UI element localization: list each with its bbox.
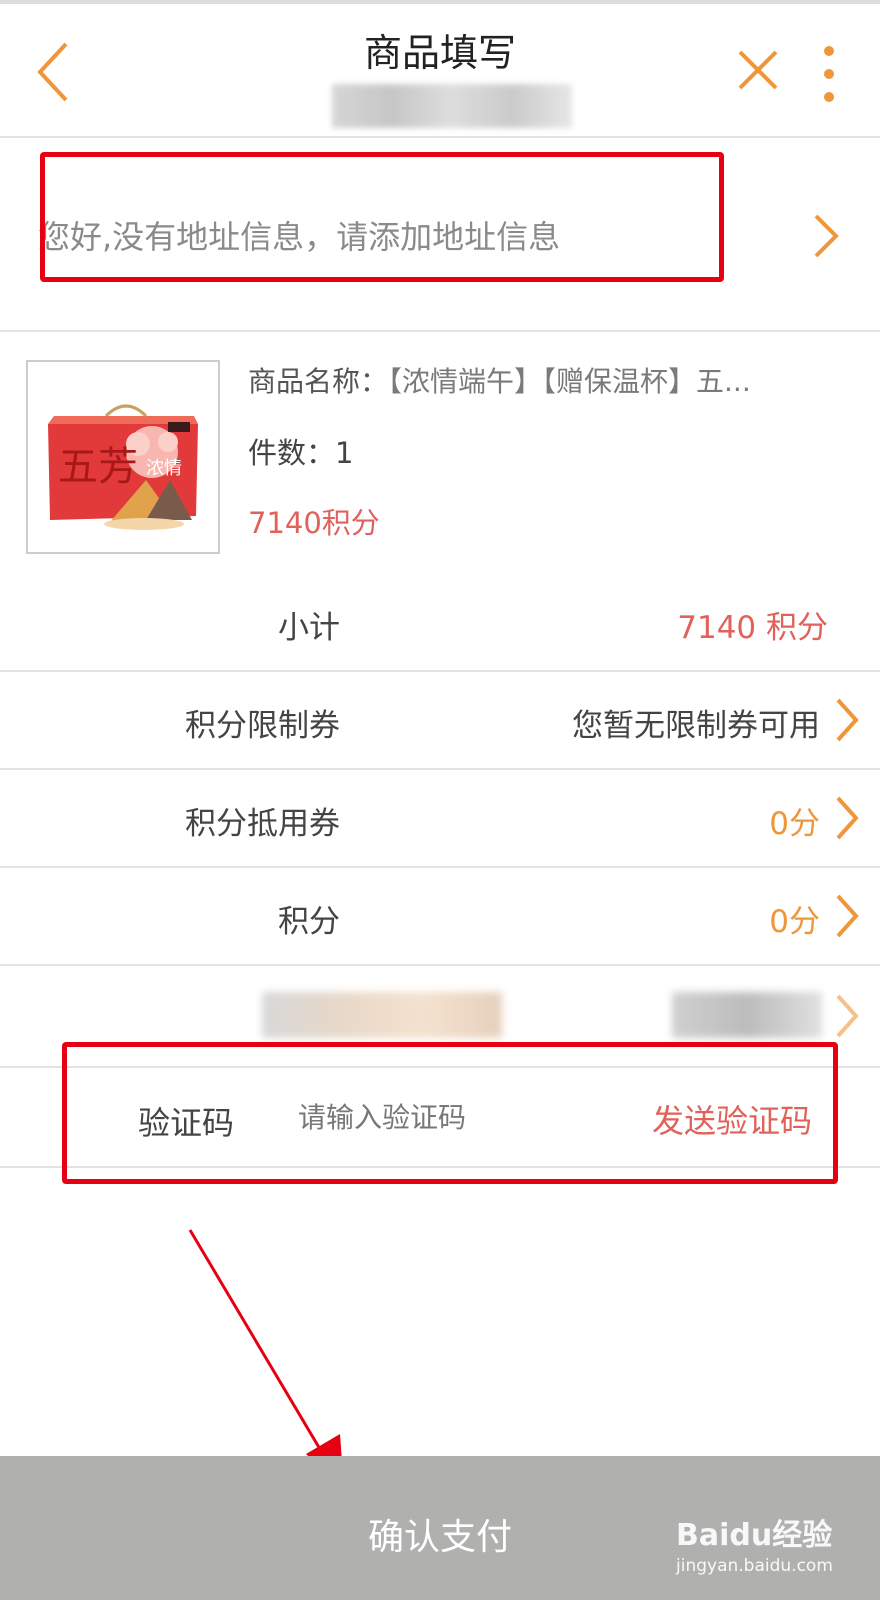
product-thumbnail: 五芳 浓情 [26, 360, 220, 554]
product-count-value: 1 [335, 436, 354, 470]
chevron-right-icon [834, 894, 860, 942]
verification-label: 验证码 [138, 1104, 235, 1142]
deduction-coupon-value: 0分 [769, 806, 820, 842]
address-prompt: 您好,没有地址信息，请添加地址信息 [38, 218, 561, 256]
product-price: 7140积分 [248, 506, 380, 540]
limit-coupon-label: 积分限制券 [185, 708, 340, 744]
subtotal-row: 小计 7140 积分 [0, 574, 880, 672]
product-count: 件数：1 [248, 430, 848, 472]
close-icon[interactable] [736, 48, 780, 96]
deduction-coupon-label: 积分抵用券 [185, 806, 340, 842]
product-card: 五芳 浓情 商品名称：【浓情端午】【赠保温杯】五... 件数：1 7140积分 [0, 332, 880, 576]
redacted-label [262, 992, 502, 1038]
product-name: 商品名称：【浓情端午】【赠保温杯】五... [248, 362, 848, 402]
address-selector[interactable]: 您好,没有地址信息，请添加地址信息 [0, 138, 880, 332]
product-thumbnail-badge: 浓情 [146, 458, 182, 479]
product-thumbnail-text: 五芳 [58, 444, 138, 490]
redacted-row[interactable] [0, 966, 880, 1068]
chevron-right-icon [834, 994, 860, 1042]
limit-coupon-value: 您暂无限制券可用 [572, 708, 820, 744]
chevron-right-icon [834, 796, 860, 844]
verification-row: 验证码 发送验证码 [0, 1068, 880, 1168]
watermark-url: jingyan.baidu.com [676, 1556, 833, 1576]
chevron-right-icon [812, 214, 840, 262]
watermark-brand: Baidu经验 [676, 1518, 833, 1553]
product-name-value: 【浓情端午】【赠保温杯】五... [388, 365, 751, 398]
confirm-pay-button[interactable]: 确认支付 Baidu经验 jingyan.baidu.com [0, 1456, 880, 1600]
redacted-value [672, 992, 822, 1038]
limit-coupon-row[interactable]: 积分限制券 您暂无限制券可用 [0, 672, 880, 770]
more-icon[interactable] [822, 44, 836, 108]
subtotal-value: 7140 积分 [677, 610, 828, 646]
send-code-button[interactable]: 发送验证码 [652, 1096, 812, 1142]
product-count-label: 件数： [248, 436, 336, 470]
redacted-subtitle [332, 84, 572, 128]
product-info: 商品名称：【浓情端午】【赠保温杯】五... 件数：1 7140积分 [248, 362, 848, 542]
deduction-coupon-row[interactable]: 积分抵用券 0分 [0, 770, 880, 868]
product-name-label: 商品名称： [248, 365, 389, 398]
points-row[interactable]: 积分 0分 [0, 868, 880, 966]
points-label: 积分 [278, 904, 340, 940]
header: 商品填写 [0, 4, 880, 138]
chevron-right-icon [834, 698, 860, 746]
baidu-watermark: Baidu经验 jingyan.baidu.com [676, 1510, 833, 1576]
points-value: 0分 [769, 904, 820, 940]
verification-code-input[interactable] [296, 1090, 600, 1144]
subtotal-label: 小计 [278, 610, 340, 646]
